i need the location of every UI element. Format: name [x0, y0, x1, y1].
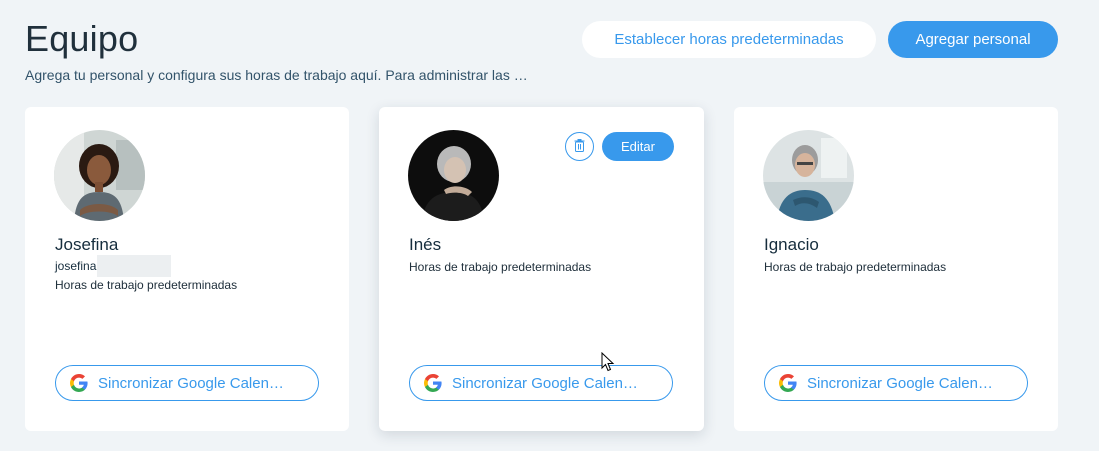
avatar — [408, 130, 499, 221]
sync-button-label: Sincronizar Google Calen… — [452, 374, 638, 392]
edit-staff-button[interactable]: Editar — [602, 132, 674, 161]
trash-icon — [574, 138, 585, 155]
email-redaction — [97, 255, 172, 277]
staff-card-ignacio[interactable]: Ignacio Horas de trabajo predeterminadas… — [734, 107, 1058, 431]
sync-google-calendar-button[interactable]: Sincronizar Google Calen… — [409, 365, 673, 401]
sync-google-calendar-button[interactable]: Sincronizar Google Calen… — [764, 365, 1028, 401]
sync-google-calendar-button[interactable]: Sincronizar Google Calen… — [55, 365, 319, 401]
delete-staff-button[interactable] — [565, 132, 594, 161]
sync-button-label: Sincronizar Google Calen… — [807, 374, 993, 392]
staff-name: Inés — [409, 235, 442, 254]
mouse-pointer-icon — [601, 351, 615, 372]
set-default-hours-button[interactable]: Establecer horas predeterminadas — [582, 21, 876, 58]
staff-photo-josefina — [54, 130, 145, 221]
google-g-icon — [424, 374, 442, 392]
google-g-icon — [70, 374, 88, 392]
staff-photo-ignacio — [763, 130, 854, 221]
google-g-icon — [779, 374, 797, 392]
staff-hours: Horas de trabajo predeterminadas — [55, 278, 238, 292]
sync-button-label: Sincronizar Google Calen… — [98, 374, 284, 392]
staff-photo-ines — [408, 130, 499, 221]
staff-name: Ignacio — [764, 235, 819, 254]
staff-card-ines[interactable]: Editar Inés Horas de trabajo predetermin… — [379, 107, 704, 431]
page-subtitle: Agrega tu personal y configura sus horas… — [25, 67, 528, 83]
staff-email-text: josefina — [55, 259, 97, 273]
avatar — [763, 130, 854, 221]
staff-card-josefina[interactable]: Josefina josefina Horas de trabajo prede… — [25, 107, 349, 431]
staff-hours: Horas de trabajo predeterminadas — [409, 260, 592, 274]
team-page: Equipo Agrega tu personal y configura su… — [0, 0, 1099, 451]
avatar — [54, 130, 145, 221]
staff-hours: Horas de trabajo predeterminadas — [764, 260, 947, 274]
staff-name: Josefina — [55, 235, 119, 254]
staff-email: josefina — [55, 255, 172, 277]
add-staff-button[interactable]: Agregar personal — [888, 21, 1058, 58]
page-title: Equipo — [25, 18, 139, 59]
